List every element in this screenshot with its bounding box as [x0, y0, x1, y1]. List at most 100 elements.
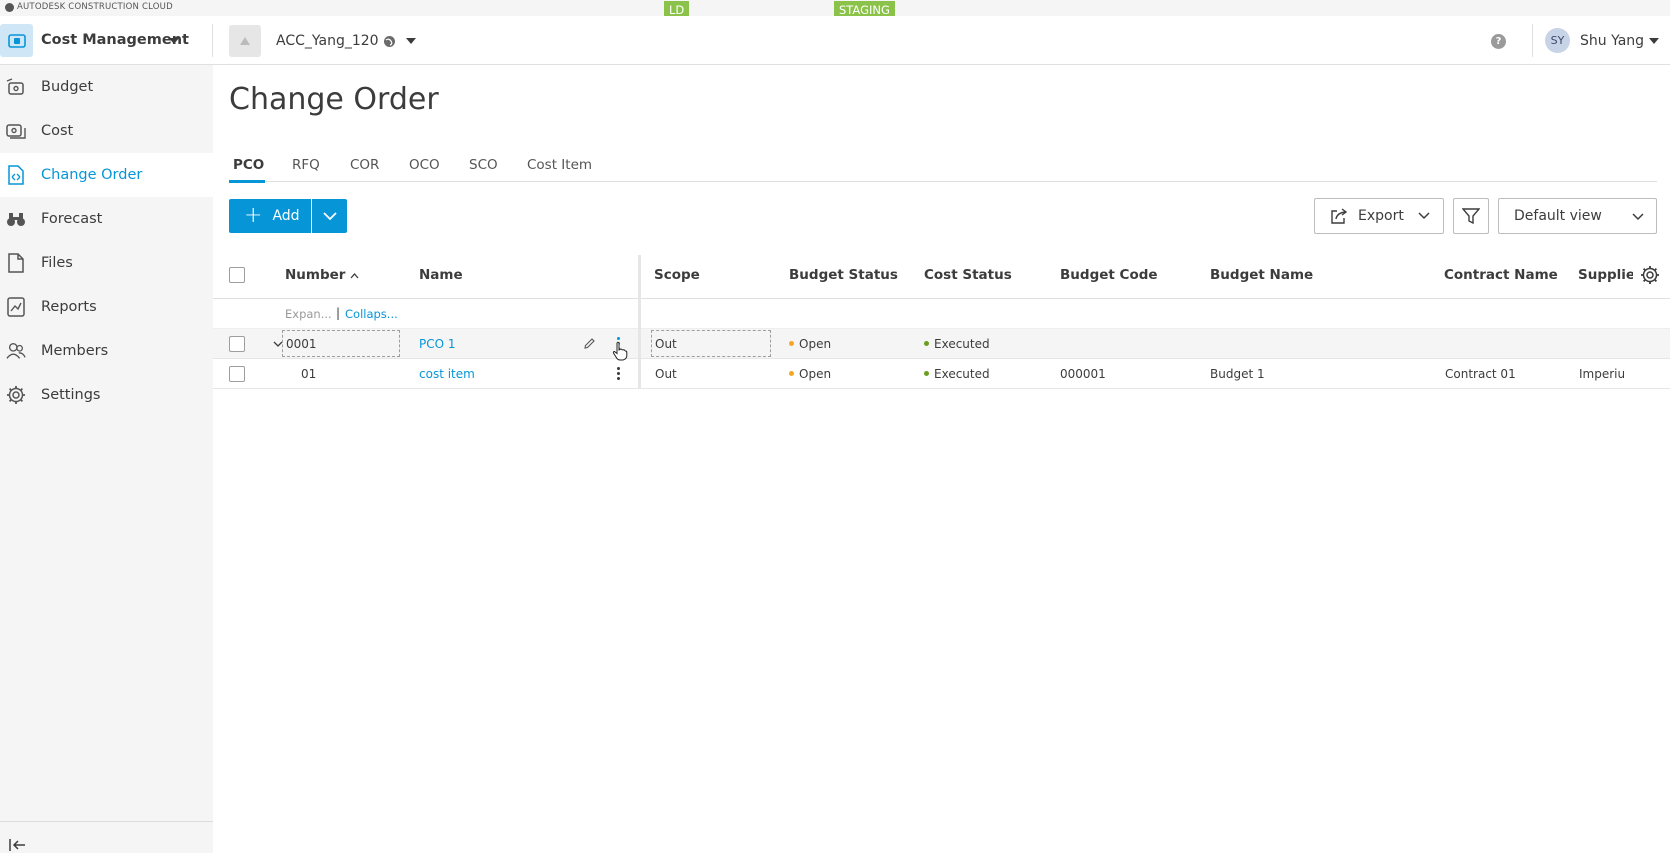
sidebar-item-budget[interactable]: Budget [0, 65, 213, 109]
chevron-down-icon [322, 211, 337, 220]
expand-collapse-separator: | [336, 306, 341, 320]
expand-collapse-row: Expan... | Collaps... [213, 299, 1670, 329]
sidebar-divider [0, 821, 213, 822]
sidebar-item-settings[interactable]: Settings [0, 373, 213, 417]
expand-all-link[interactable]: Expan... [285, 307, 332, 321]
header-divider [212, 24, 213, 57]
sidebar-item-label: Settings [41, 387, 101, 403]
table-row[interactable]: 0001 PCO 1 Out Open Executed [213, 329, 1670, 361]
module-switcher[interactable]: Cost Management [41, 32, 189, 48]
cell-supplier[interactable]: Imperiu [1579, 367, 1625, 381]
column-header-supplier[interactable]: Supplie [1578, 267, 1633, 283]
tab-cor[interactable]: COR [350, 157, 379, 173]
column-header-contract-name[interactable]: Contract Name [1444, 267, 1558, 283]
sidebar-item-reports[interactable]: Reports [0, 285, 213, 329]
tab-oco[interactable]: OCO [409, 157, 440, 173]
avatar[interactable]: SY [1545, 28, 1570, 53]
add-dropdown-button[interactable] [312, 199, 347, 233]
chevron-down-icon [1632, 213, 1644, 221]
cell-name-link[interactable]: cost item [419, 367, 475, 381]
cell-scope[interactable]: Out [655, 367, 677, 381]
tab-bar: PCO RFQ COR OCO SCO Cost Item [229, 150, 1657, 182]
project-selector[interactable]: ACC_Yang_120 [276, 33, 379, 49]
cell-scope[interactable]: Out [655, 337, 677, 351]
row-checkbox[interactable] [229, 336, 245, 352]
sidebar-item-label: Reports [41, 299, 97, 315]
collapse-sidebar-icon[interactable] [8, 835, 28, 855]
sidebar-item-label: Members [41, 343, 109, 359]
column-header-cost-status[interactable]: Cost Status [924, 267, 1012, 283]
add-button[interactable]: + Add [229, 199, 311, 233]
page-title: Change Order [229, 82, 439, 117]
column-header-budget-status[interactable]: Budget Status [789, 267, 898, 283]
sidebar-item-label: Cost [41, 123, 74, 139]
status-dot-open [789, 341, 794, 346]
sidebar-item-label: Change Order [41, 167, 143, 183]
filter-button[interactable] [1453, 198, 1489, 234]
sidebar-item-change-order[interactable]: Change Order [0, 153, 213, 197]
sort-ascending-icon [350, 273, 359, 279]
column-header-budget-name[interactable]: Budget Name [1210, 267, 1313, 283]
add-button-label: Add [272, 208, 300, 224]
more-options-icon[interactable] [617, 367, 621, 381]
cell-cost-status[interactable]: Executed [924, 337, 990, 351]
select-all-checkbox[interactable] [229, 267, 245, 283]
column-header-number[interactable]: Number [285, 267, 359, 283]
tab-cost-item[interactable]: Cost Item [527, 157, 592, 173]
export-button[interactable]: Export [1314, 198, 1444, 234]
cell-number[interactable]: 0001 [286, 337, 317, 351]
chevron-down-icon[interactable] [406, 38, 416, 44]
gear-icon[interactable] [1640, 265, 1660, 285]
cursor-hand-icon [612, 341, 628, 361]
sidebar-item-label: Files [41, 255, 73, 271]
sidebar: Budget Cost Change Order Forecast Files … [0, 65, 213, 853]
export-icon [1331, 208, 1348, 224]
sidebar-item-cost[interactable]: Cost [0, 109, 213, 153]
cell-budget-code[interactable]: 000001 [1060, 367, 1106, 381]
sidebar-item-members[interactable]: Members [0, 329, 213, 373]
table-row[interactable]: 01 cost item Out Open Executed 000001 Bu… [213, 359, 1670, 389]
cell-budget-name[interactable]: Budget 1 [1210, 367, 1265, 381]
cell-budget-status[interactable]: Open [789, 337, 831, 351]
project-thumbnail[interactable] [229, 25, 261, 57]
column-header-budget-code[interactable]: Budget Code [1060, 267, 1158, 283]
view-select-value: Default view [1514, 208, 1602, 224]
sidebar-item-forecast[interactable]: Forecast [0, 197, 213, 241]
chevron-down-icon[interactable] [1649, 38, 1659, 44]
globe-icon [384, 36, 395, 47]
tab-sco[interactable]: SCO [469, 157, 498, 173]
change-order-icon [6, 165, 26, 185]
column-header-name[interactable]: Name [419, 267, 463, 283]
binoculars-icon [6, 209, 26, 229]
status-dot-executed [924, 341, 929, 346]
sidebar-item-label: Forecast [41, 211, 103, 227]
cost-management-icon[interactable] [0, 24, 33, 57]
filter-icon [1462, 208, 1480, 225]
header-divider [1532, 24, 1533, 57]
cost-icon [6, 121, 26, 141]
sidebar-item-files[interactable]: Files [0, 241, 213, 285]
tab-pco[interactable]: PCO [233, 157, 264, 173]
table-header: Number Name Scope Budget Status Cost Sta… [213, 252, 1670, 299]
tab-rfq[interactable]: RFQ [292, 157, 320, 173]
cell-contract-name[interactable]: Contract 01 [1445, 367, 1516, 381]
column-header-scope[interactable]: Scope [654, 267, 700, 283]
status-dot-executed [924, 371, 929, 376]
pencil-icon[interactable] [583, 337, 596, 350]
cell-number[interactable]: 01 [301, 367, 316, 381]
members-icon [6, 341, 26, 361]
export-label: Export [1358, 208, 1404, 224]
cell-budget-status[interactable]: Open [789, 367, 831, 381]
help-icon[interactable]: ? [1491, 34, 1506, 49]
cell-cost-status[interactable]: Executed [924, 367, 990, 381]
active-tab-indicator [229, 180, 265, 183]
collapse-all-link[interactable]: Collaps... [345, 307, 398, 321]
frozen-column-divider[interactable] [638, 255, 641, 389]
user-menu[interactable]: Shu Yang [1580, 33, 1644, 49]
gear-icon [6, 385, 26, 405]
row-checkbox[interactable] [229, 366, 245, 382]
autodesk-logo-icon [5, 2, 14, 12]
cell-name-link[interactable]: PCO 1 [419, 337, 456, 351]
view-select[interactable]: Default view [1498, 198, 1657, 234]
chevron-down-icon[interactable] [169, 38, 179, 44]
